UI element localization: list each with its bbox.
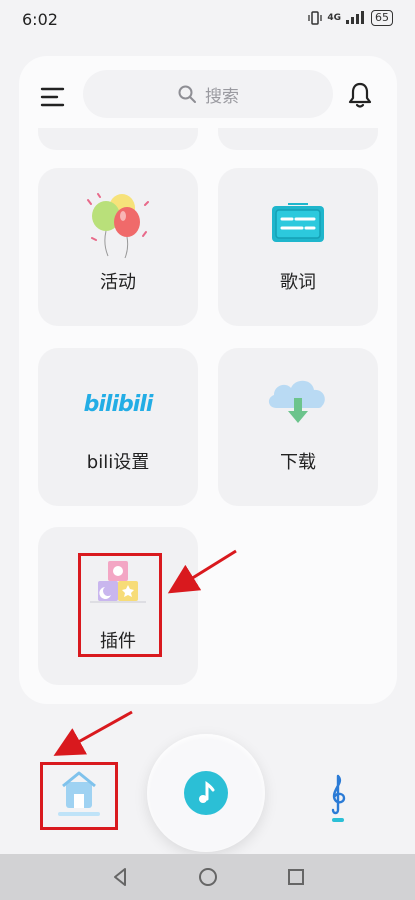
bottom-navigation (0, 728, 415, 854)
card-partial-right[interactable] (218, 128, 378, 150)
battery-indicator: 65 (371, 10, 393, 26)
status-bar: 6:02 4G 65 (0, 0, 415, 40)
system-navigation-bar (0, 854, 415, 900)
signal-icon (346, 11, 364, 24)
card-lyrics-label: 歌词 (280, 272, 316, 293)
card-bili-settings-label: bili设置 (86, 452, 150, 473)
recents-icon[interactable] (284, 865, 308, 889)
treble-clef-icon[interactable] (320, 772, 356, 826)
card-download-label: 下载 (280, 452, 316, 473)
card-activity[interactable]: 活动 (38, 168, 198, 326)
feature-panel: 搜索 活动 歌词 bilibili bili设置 下载 插件 (19, 56, 397, 704)
vibrate-icon (308, 11, 322, 25)
home-icon[interactable] (46, 760, 112, 826)
bell-icon[interactable] (345, 80, 375, 110)
card-activity-label: 活动 (100, 272, 136, 293)
lyrics-icon (272, 203, 324, 242)
search-placeholder: 搜索 (205, 86, 239, 107)
search-input[interactable]: 搜索 (83, 70, 333, 118)
cloud-download-icon (268, 380, 325, 423)
player-button[interactable] (147, 734, 265, 852)
music-note-icon (199, 780, 215, 803)
back-icon[interactable] (108, 865, 132, 889)
menu-icon[interactable] (39, 82, 69, 112)
home-button-icon[interactable] (196, 865, 220, 889)
card-partial-left[interactable] (38, 128, 198, 150)
card-download[interactable]: 下载 (218, 348, 378, 506)
bilibili-logo: bilibili (78, 368, 158, 440)
card-bili-settings[interactable]: bilibili bili设置 (38, 348, 198, 506)
status-icons: 4G 65 (307, 10, 393, 26)
annotation-box-plugins (78, 553, 162, 657)
search-icon (178, 85, 196, 103)
card-lyrics[interactable]: 歌词 (218, 168, 378, 326)
balloons-icon (87, 193, 149, 259)
network-label: 4G (327, 13, 341, 23)
status-time: 6:02 (22, 10, 58, 29)
bilibili-logo-text: bilibili (83, 391, 154, 417)
